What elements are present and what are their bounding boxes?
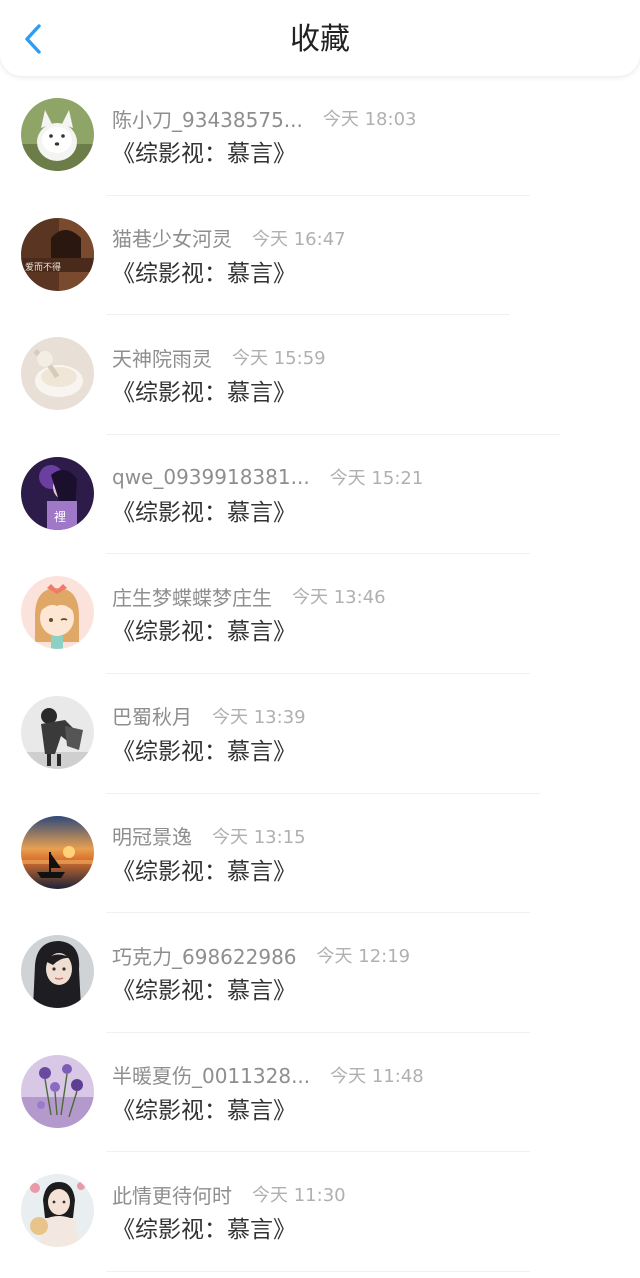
username[interactable]: 此情更待何时 <box>112 1180 232 1209</box>
favorite-title[interactable]: 《综影视：慕言》 <box>112 975 296 1007</box>
username[interactable]: 天神院雨灵 <box>112 343 212 372</box>
avatar[interactable] <box>21 98 94 171</box>
favorite-title[interactable]: 《综影视：慕言》 <box>112 1214 296 1246</box>
avatar[interactable] <box>21 1174 94 1248</box>
avatar[interactable]: 裡 <box>21 456 94 530</box>
avatar[interactable] <box>21 576 94 650</box>
timestamp: 今天 12:19 <box>316 946 411 968</box>
top-nav-bar: 收藏 <box>0 0 640 76</box>
favorite-title[interactable]: 《综影视：慕言》 <box>112 856 296 888</box>
username[interactable]: qwe_0939918381... <box>112 465 310 489</box>
username[interactable]: 庄生梦蝶蝶梦庄生 <box>112 582 272 611</box>
svg-text:裡: 裡 <box>54 509 66 524</box>
page-title: 收藏 <box>290 22 350 57</box>
list-item[interactable]: 陈小刀_93438575... 今天 18:03 《综影视：慕言》 <box>0 76 640 196</box>
timestamp: 今天 15:59 <box>232 348 326 370</box>
divider <box>106 1270 530 1272</box>
username[interactable]: 明冠景逸 <box>112 821 192 850</box>
avatar[interactable] <box>21 1054 94 1128</box>
list-item[interactable]: 裡 qwe_0939918381... 今天 15:21 《综影视：慕言》 <box>0 435 640 555</box>
list-item[interactable]: 爱而不得 猫巷少女河灵 今天 16:47 《综影视：慕言》 <box>0 196 640 316</box>
username[interactable]: 巴蜀秋月 <box>112 701 192 730</box>
favorite-title[interactable]: 《综影视：慕言》 <box>112 616 296 648</box>
list-item[interactable]: 天神院雨灵 今天 15:59 《综影视：慕言》 <box>0 315 640 435</box>
avatar[interactable] <box>21 695 94 769</box>
timestamp: 今天 13:46 <box>292 587 386 609</box>
avatar[interactable]: 爱而不得 <box>21 217 94 291</box>
avatar[interactable] <box>21 337 94 411</box>
username[interactable]: 半暖夏伤_0011328... <box>112 1060 310 1089</box>
list-item[interactable]: 巧克力_698622986 今天 12:19 《综影视：慕言》 <box>0 913 640 1033</box>
svg-text:爱而不得: 爱而不得 <box>25 261 61 273</box>
username[interactable]: 陈小刀_93438575... <box>112 104 303 133</box>
list-item[interactable]: 明冠景逸 今天 13:15 《综影视：慕言》 <box>0 794 640 914</box>
favorite-title[interactable]: 《综影视：慕言》 <box>112 736 296 768</box>
username[interactable]: 巧克力_698622986 <box>112 941 297 970</box>
avatar[interactable] <box>21 935 94 1009</box>
favorite-title[interactable]: 《综影视：慕言》 <box>112 1095 296 1127</box>
favorite-title[interactable]: 《综影视：慕言》 <box>112 497 296 529</box>
list-item[interactable]: 半暖夏伤_0011328... 今天 11:48 《综影视：慕言》 <box>0 1033 640 1153</box>
favorites-list: 陈小刀_93438575... 今天 18:03 《综影视：慕言》 爱而不得 猫… <box>0 76 640 1272</box>
list-item[interactable]: 此情更待何时 今天 11:30 《综影视：慕言》 <box>0 1152 640 1272</box>
favorite-title[interactable]: 《综影视：慕言》 <box>112 377 296 409</box>
timestamp: 今天 13:39 <box>212 706 306 728</box>
list-item[interactable]: 庄生梦蝶蝶梦庄生 今天 13:46 《综影视：慕言》 <box>0 554 640 674</box>
timestamp: 今天 18:03 <box>322 109 417 130</box>
avatar[interactable] <box>21 815 94 889</box>
timestamp: 今天 11:30 <box>252 1185 346 1207</box>
timestamp: 今天 15:21 <box>329 467 424 489</box>
favorite-title[interactable]: 《综影视：慕言》 <box>112 258 296 290</box>
list-item[interactable]: 巴蜀秋月 今天 13:39 《综影视：慕言》 <box>0 674 640 794</box>
favorite-title[interactable]: 《综影视：慕言》 <box>112 138 296 170</box>
timestamp: 今天 16:47 <box>252 228 346 250</box>
username[interactable]: 猫巷少女河灵 <box>112 223 232 252</box>
timestamp: 今天 11:48 <box>330 1065 424 1087</box>
timestamp: 今天 13:15 <box>212 826 306 848</box>
